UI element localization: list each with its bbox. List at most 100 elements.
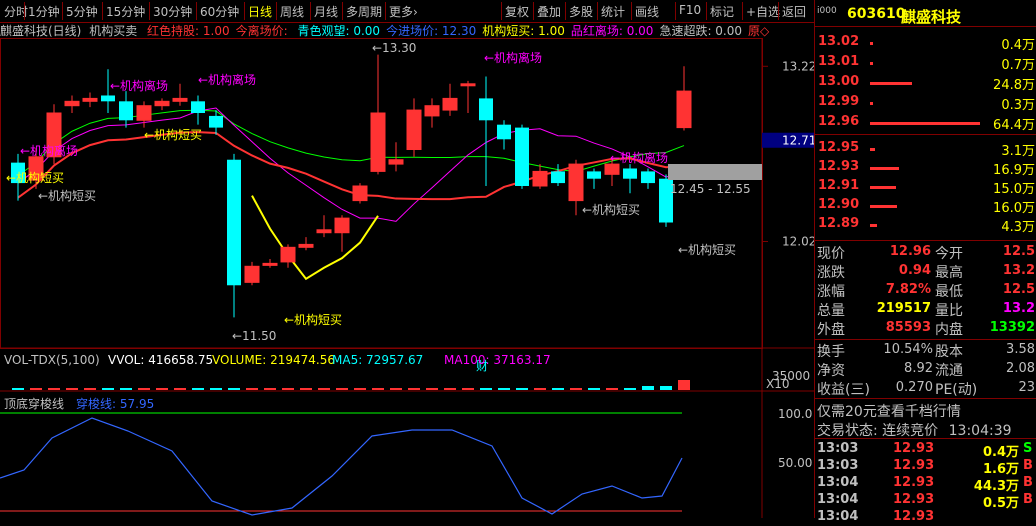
candle[interactable]: [191, 95, 205, 125]
candle[interactable]: [515, 124, 529, 189]
period-tab[interactable]: 月线: [314, 3, 338, 20]
candle[interactable]: [82, 92, 98, 108]
book-price: 12.96: [818, 114, 860, 129]
main-chart[interactable]: 13.22 12.71 12.02 ←13.30 ←11.50 12.45 - 12.55…: [0, 38, 814, 518]
period-tab[interactable]: 1分钟: [28, 3, 60, 20]
period-tab[interactable]: 15分钟: [106, 3, 145, 20]
book-volume-bar: [870, 42, 873, 45]
candle[interactable]: [424, 98, 440, 128]
toolbar-action[interactable]: 叠加: [537, 3, 561, 20]
book-row[interactable]: 13.02 0.4万: [815, 34, 1036, 53]
period-tab[interactable]: 60分钟: [200, 3, 239, 20]
candle[interactable]: [551, 164, 565, 186]
tick-price: 12.93: [893, 475, 935, 490]
volume-bar: [516, 388, 528, 390]
period-tab[interactable]: 更多›: [389, 3, 418, 20]
toolbar-action[interactable]: 返回: [782, 3, 806, 20]
toolbar-action[interactable]: 多股: [569, 3, 593, 20]
book-row[interactable]: 12.95 3.1万: [815, 140, 1036, 159]
stat-label: 涨幅: [817, 284, 845, 300]
stat-value: 2.08: [1006, 361, 1035, 376]
toolbar-action[interactable]: 复权: [505, 3, 529, 20]
stat-label: 换手: [817, 344, 845, 360]
candle[interactable]: [479, 76, 493, 187]
candle[interactable]: [334, 215, 350, 252]
candle[interactable]: [227, 153, 241, 318]
candle[interactable]: [460, 80, 476, 113]
volume-bar: [120, 388, 132, 390]
indicator-value: 今进场价: 12.30: [386, 24, 477, 38]
candle[interactable]: [262, 259, 278, 268]
candle[interactable]: [244, 261, 260, 286]
toolbar-action[interactable]: 画线: [635, 3, 659, 20]
volume-bar: [444, 388, 456, 390]
tick-time: 13:04: [817, 492, 859, 507]
candle[interactable]: [136, 101, 152, 128]
stat-label: 收益(三): [817, 382, 870, 398]
volume-bar: [678, 380, 690, 390]
book-volume: 15.0万: [993, 182, 1035, 197]
candle[interactable]: [641, 168, 655, 189]
vvol-value: VVOL: 416658.75: [108, 353, 213, 367]
tick-price: 12.93: [893, 441, 935, 456]
book-volume: 3.1万: [1001, 144, 1035, 159]
candle[interactable]: [352, 183, 368, 204]
candle[interactable]: [532, 164, 548, 189]
candle[interactable]: [280, 244, 296, 268]
candle-body: [497, 124, 511, 140]
candle[interactable]: [370, 54, 386, 175]
stat-value: 219517: [876, 301, 931, 316]
period-tab[interactable]: 5分钟: [66, 3, 98, 20]
candle[interactable]: [497, 120, 511, 150]
candle[interactable]: [587, 168, 601, 189]
book-volume: 0.7万: [1001, 58, 1035, 73]
book-row[interactable]: 12.90 16.0万: [815, 197, 1036, 216]
toolbar-action[interactable]: +自选: [746, 3, 780, 20]
period-tab[interactable]: 周线: [280, 3, 304, 20]
candle[interactable]: [298, 237, 314, 251]
candle[interactable]: [119, 91, 133, 128]
short-buy-signal: ←机构短买: [38, 188, 96, 203]
book-row[interactable]: 12.91 15.0万: [815, 178, 1036, 197]
book-volume-bar: [870, 122, 980, 125]
book-row[interactable]: 12.93 16.9万: [815, 159, 1036, 178]
promo-link[interactable]: 仅需20元查看千档行情: [817, 401, 961, 421]
osc-axis-label: 50.00: [778, 456, 812, 470]
candle[interactable]: [623, 164, 637, 194]
indicator-name[interactable]: 机构买卖: [89, 24, 137, 38]
candle[interactable]: [676, 66, 692, 131]
short-buy-signal: ←机构短买: [582, 202, 640, 217]
book-row[interactable]: 12.89 4.3万: [815, 216, 1036, 235]
candle[interactable]: [209, 110, 223, 135]
candle[interactable]: [406, 98, 422, 157]
period-toolbar: 分时 1分钟 5分钟 15分钟 30分钟 60分钟 日线 周线 月线 多周期 更多› 复权 叠加 多股 统计…: [0, 0, 814, 23]
toolbar-action[interactable]: 标记: [710, 3, 734, 20]
candle[interactable]: [388, 142, 404, 172]
volume-bar: [606, 388, 618, 390]
book-row[interactable]: 12.96 64.4万: [815, 114, 1036, 133]
candle[interactable]: [64, 95, 80, 113]
toolbar-action[interactable]: F10: [679, 3, 701, 17]
period-tab[interactable]: 日线: [248, 3, 272, 20]
candle-body: [280, 246, 296, 263]
candle[interactable]: [316, 215, 332, 238]
toolbar-action[interactable]: 统计: [601, 3, 625, 20]
period-tab[interactable]: 30分钟: [153, 3, 192, 20]
book-volume-bar: [870, 224, 877, 227]
period-tab[interactable]: 多周期: [346, 3, 382, 20]
candle[interactable]: [172, 83, 188, 106]
candle-body: [298, 243, 314, 248]
candle-body: [244, 265, 260, 283]
candle-body: [388, 159, 404, 165]
exit-signal: ←机构离场: [484, 50, 542, 65]
candle-body: [641, 171, 655, 184]
stat-label: 最低: [935, 284, 963, 300]
candle[interactable]: [154, 98, 170, 111]
book-row[interactable]: 13.00 24.8万: [815, 74, 1036, 93]
candle[interactable]: [568, 159, 584, 216]
candle[interactable]: [442, 83, 458, 116]
book-price: 12.93: [818, 159, 860, 174]
book-row[interactable]: 12.99 0.3万: [815, 94, 1036, 113]
book-row[interactable]: 13.01 0.7万: [815, 54, 1036, 73]
exit-signal: ←机构离场: [198, 72, 256, 87]
